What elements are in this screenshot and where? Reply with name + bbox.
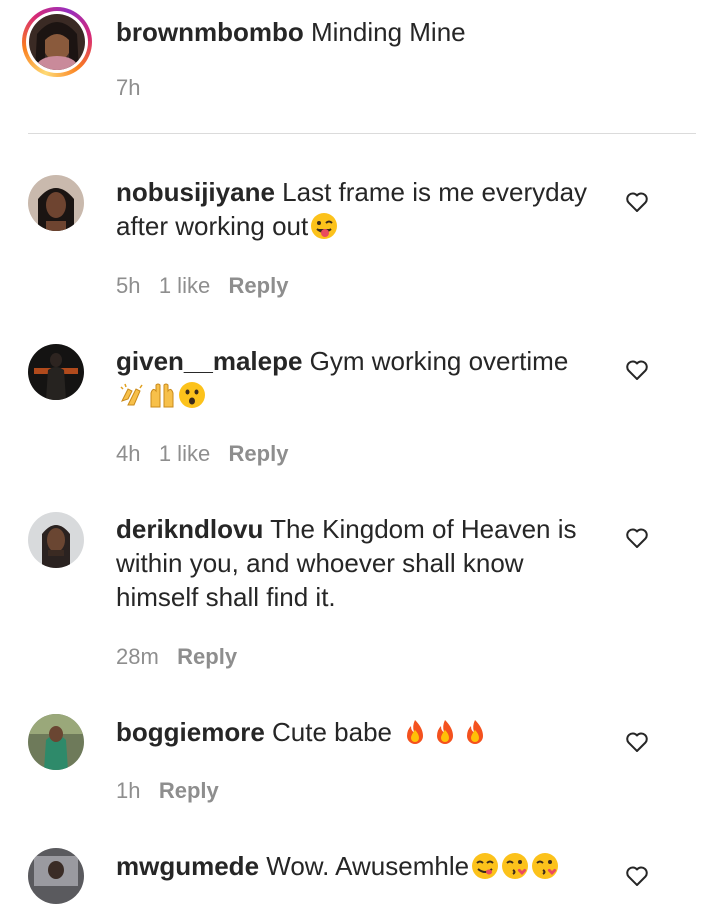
- comment-body: after working out: [116, 211, 309, 241]
- comment-meta: 4h 1 like Reply: [116, 440, 288, 468]
- comment-text-line: given__malepe Gym working overtime: [116, 344, 568, 378]
- heart-outline-icon[interactable]: [625, 865, 649, 887]
- heart-outline-icon[interactable]: [625, 731, 649, 753]
- caption-username[interactable]: brownmbombo: [116, 17, 304, 47]
- comment-time: 5h: [116, 273, 141, 298]
- comment-body: Wow. Awusemhle: [266, 851, 470, 881]
- face-savoring-food-emoji: [471, 852, 499, 880]
- comment-username[interactable]: mwgumede: [116, 851, 259, 881]
- raising-hands-emoji: [148, 381, 176, 409]
- face-blowing-kiss-emoji: [531, 852, 559, 880]
- caption-divider: [28, 133, 696, 134]
- commenter-avatar[interactable]: [28, 344, 84, 400]
- comment-body: Cute babe: [272, 717, 393, 747]
- caption-text: brownmbombo Minding Mine: [116, 15, 466, 49]
- comment-meta: 1h Reply: [116, 777, 219, 805]
- comment-body: The Kingdom of Heaven is: [270, 514, 577, 544]
- comment-text-line: within you, and whoever shall know: [116, 546, 524, 580]
- comment-body: Gym working overtime: [309, 346, 569, 376]
- comment-text-line: boggiemore Cute babe: [116, 715, 489, 749]
- reply-button[interactable]: Reply: [229, 441, 289, 466]
- commenter-avatar[interactable]: [28, 512, 84, 568]
- commenter-avatar[interactable]: [28, 175, 84, 231]
- commenter-avatar[interactable]: [28, 848, 84, 904]
- fire-emoji: [431, 718, 459, 746]
- fire-emoji: [461, 718, 489, 746]
- comment-meta: 28m Reply: [116, 643, 237, 671]
- reply-button[interactable]: Reply: [159, 778, 219, 803]
- comment-text-line: mwgumede Wow. Awusemhle: [116, 849, 559, 883]
- author-avatar[interactable]: [29, 14, 85, 70]
- comment-username[interactable]: boggiemore: [116, 717, 265, 747]
- heart-outline-icon[interactable]: [625, 527, 649, 549]
- post-caption: brownmbombo Minding Mine 7h: [0, 0, 720, 134]
- comment-likes[interactable]: 1 like: [159, 441, 210, 466]
- comment-body: within you, and whoever shall know: [116, 548, 524, 578]
- comment-time: 4h: [116, 441, 141, 466]
- face-blowing-kiss-emoji: [501, 852, 529, 880]
- commenter-avatar[interactable]: [28, 714, 84, 770]
- hushed-face-emoji: [178, 381, 206, 409]
- comment-text-line: derikndlovu The Kingdom of Heaven is: [116, 512, 577, 546]
- fire-emoji: [401, 718, 429, 746]
- comment-body: himself shall find it.: [116, 582, 336, 612]
- heart-outline-icon[interactable]: [625, 191, 649, 213]
- comment-likes[interactable]: 1 like: [159, 273, 210, 298]
- comment-text-line: nobusijiyane Last frame is me everyday: [116, 175, 587, 209]
- caption-time: 7h: [116, 75, 141, 100]
- comment-text-line: himself shall find it.: [116, 580, 336, 614]
- comment-meta: 5h 1 like Reply: [116, 272, 288, 300]
- winking-face-with-tongue-emoji: [310, 212, 338, 240]
- comment-time: 28m: [116, 644, 159, 669]
- comment-username[interactable]: nobusijiyane: [116, 177, 275, 207]
- reply-button[interactable]: Reply: [177, 644, 237, 669]
- clapping-hands-emoji: [118, 381, 146, 409]
- heart-outline-icon[interactable]: [625, 359, 649, 381]
- comment-username[interactable]: given__malepe: [116, 346, 302, 376]
- caption-body: Minding Mine: [311, 17, 466, 47]
- comment-text-line: after working out: [116, 209, 338, 243]
- comment-body: Last frame is me everyday: [282, 177, 588, 207]
- comment-username[interactable]: derikndlovu: [116, 514, 263, 544]
- comment-emoji-line: [116, 378, 206, 412]
- reply-button[interactable]: Reply: [229, 273, 289, 298]
- comment-time: 1h: [116, 778, 141, 803]
